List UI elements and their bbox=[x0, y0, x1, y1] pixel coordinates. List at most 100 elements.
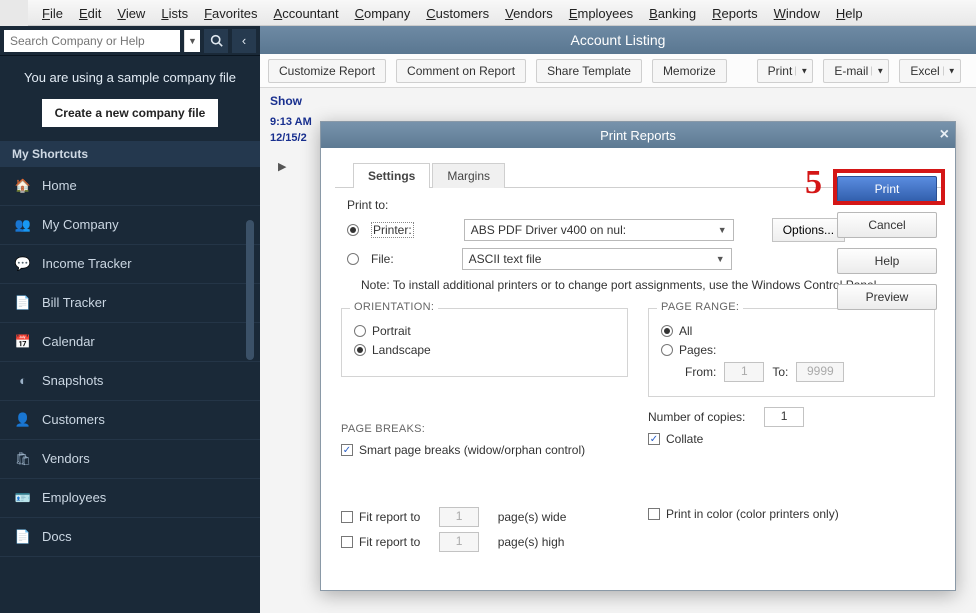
nav-label: Customers bbox=[42, 412, 105, 427]
customize-report-button[interactable]: Customize Report bbox=[268, 59, 386, 83]
nav-label: Docs bbox=[42, 529, 72, 544]
tab-settings[interactable]: Settings bbox=[353, 163, 430, 188]
chevron-down-icon[interactable]: ▼ bbox=[716, 254, 725, 264]
radio-landscape[interactable] bbox=[354, 344, 366, 356]
nav-home[interactable]: 🏠Home bbox=[0, 167, 260, 206]
print-confirm-button[interactable]: Print bbox=[837, 176, 937, 202]
menu-vendors[interactable]: Vendors bbox=[499, 4, 559, 21]
doc-icon: 📄 bbox=[14, 528, 32, 546]
email-button[interactable]: E-mail▼ bbox=[823, 59, 889, 83]
nav-label: Vendors bbox=[42, 451, 90, 466]
nav-employees[interactable]: 🪪Employees bbox=[0, 479, 260, 518]
collate-label: Collate bbox=[666, 432, 703, 446]
menu-accountant[interactable]: Accountant bbox=[268, 4, 345, 21]
radio-file[interactable] bbox=[347, 253, 359, 265]
nav-vendors[interactable]: 🛍Vendors bbox=[0, 440, 260, 479]
page-breaks-group: PAGE BREAKS: Smart page breaks (widow/or… bbox=[341, 413, 628, 476]
nav-snapshots[interactable]: ◐Snapshots bbox=[0, 362, 260, 401]
copies-input[interactable]: 1 bbox=[764, 407, 804, 427]
sample-message: You are using a sample company file bbox=[18, 70, 242, 87]
orientation-group: ORIENTATION: Portrait Landscape bbox=[341, 308, 628, 377]
menu-lists[interactable]: Lists bbox=[155, 4, 194, 21]
badge-icon: 🪪 bbox=[14, 489, 32, 507]
menu-file[interactable]: File bbox=[36, 4, 69, 21]
create-company-file-button[interactable]: Create a new company file bbox=[42, 99, 219, 127]
options-button[interactable]: Options... bbox=[772, 218, 845, 242]
row-marker-icon: ▶ bbox=[278, 160, 286, 173]
nav-calendar[interactable]: 📅 Calendar bbox=[0, 323, 260, 362]
help-button[interactable]: Help bbox=[837, 248, 937, 274]
page-range-legend: PAGE RANGE: bbox=[657, 301, 743, 313]
file-combo[interactable]: ASCII text file ▼ bbox=[462, 248, 732, 270]
menu-help[interactable]: Help bbox=[830, 4, 869, 21]
bill-icon: 📄 bbox=[14, 294, 32, 312]
share-template-button[interactable]: Share Template bbox=[536, 59, 642, 83]
page-breaks-legend: PAGE BREAKS: bbox=[341, 423, 616, 435]
excel-button[interactable]: Excel▼ bbox=[899, 59, 960, 83]
nav-customers[interactable]: 👤 Customers bbox=[0, 401, 260, 440]
print-button[interactable]: Print▼ bbox=[757, 59, 814, 83]
menu-reports[interactable]: Reports bbox=[706, 4, 764, 21]
collapse-icon[interactable]: ‹ bbox=[232, 29, 256, 53]
fit-high-input[interactable]: 1 bbox=[439, 532, 479, 552]
menu-favorites[interactable]: Favorites bbox=[198, 4, 263, 21]
menu-banking[interactable]: Banking bbox=[643, 4, 702, 21]
person-icon: 👤 bbox=[14, 411, 32, 429]
nav-label: My Company bbox=[42, 217, 119, 232]
menu-window[interactable]: Window bbox=[768, 4, 826, 21]
check-fit-high[interactable] bbox=[341, 536, 353, 548]
radio-all[interactable] bbox=[661, 325, 673, 337]
pages-high-label: page(s) high bbox=[498, 535, 565, 549]
chevron-down-icon[interactable]: ▼ bbox=[718, 225, 727, 235]
close-icon[interactable]: × bbox=[940, 126, 949, 144]
check-smart-breaks[interactable] bbox=[341, 444, 353, 456]
calendar-icon: 📅 bbox=[14, 333, 32, 351]
radio-pages[interactable] bbox=[661, 344, 673, 356]
file-label: File: bbox=[371, 252, 394, 266]
fit-wide-input[interactable]: 1 bbox=[439, 507, 479, 527]
menu-edit[interactable]: Edit bbox=[73, 4, 107, 21]
radio-portrait[interactable] bbox=[354, 325, 366, 337]
check-collate[interactable] bbox=[648, 433, 660, 445]
menu-company[interactable]: Company bbox=[349, 4, 417, 21]
printer-combo[interactable]: ABS PDF Driver v400 on nul:▼ bbox=[464, 219, 734, 241]
search-row: ▼ ‹ bbox=[0, 26, 260, 56]
all-label: All bbox=[679, 324, 692, 338]
nav-income-tracker[interactable]: 💬Income Tracker bbox=[0, 245, 260, 284]
search-button[interactable] bbox=[204, 29, 228, 53]
comment-on-report-button[interactable]: Comment on Report bbox=[396, 59, 526, 83]
copies-label: Number of copies: bbox=[648, 410, 745, 424]
menu-view[interactable]: View bbox=[111, 4, 151, 21]
show-filters-label[interactable]: Show bbox=[260, 88, 976, 114]
nav-label: Income Tracker bbox=[42, 256, 132, 271]
check-print-color[interactable] bbox=[648, 508, 660, 520]
tab-margins[interactable]: Margins bbox=[432, 163, 505, 188]
check-fit-wide[interactable] bbox=[341, 511, 353, 523]
preview-button[interactable]: Preview bbox=[837, 284, 937, 310]
left-panel: ▼ ‹ You are using a sample company file … bbox=[0, 26, 260, 613]
from-input[interactable]: 1 bbox=[724, 362, 764, 382]
chevron-down-icon[interactable]: ▼ bbox=[795, 66, 808, 75]
company-icon: 👥 bbox=[14, 216, 32, 234]
chevron-down-icon[interactable]: ▼ bbox=[943, 66, 956, 75]
pages-wide-label: page(s) wide bbox=[498, 510, 567, 524]
nav-label: Home bbox=[42, 178, 77, 193]
dialog-titlebar[interactable]: Print Reports × bbox=[321, 122, 955, 148]
search-input[interactable] bbox=[4, 30, 180, 52]
nav-bill-tracker[interactable]: 📄Bill Tracker bbox=[0, 284, 260, 323]
to-input[interactable]: 9999 bbox=[796, 362, 844, 382]
nav-label: Snapshots bbox=[42, 373, 103, 388]
memorize-button[interactable]: Memorize bbox=[652, 59, 727, 83]
cancel-button[interactable]: Cancel bbox=[837, 212, 937, 238]
file-value: ASCII text file bbox=[469, 252, 542, 266]
fit-label2: Fit report to bbox=[359, 535, 420, 549]
nav-docs[interactable]: 📄 Docs bbox=[0, 518, 260, 557]
menu-customers[interactable]: Customers bbox=[420, 4, 495, 21]
radio-printer[interactable] bbox=[347, 224, 359, 236]
nav-my-company[interactable]: 👥 My Company bbox=[0, 206, 260, 245]
menu-employees[interactable]: Employees bbox=[563, 4, 639, 21]
chevron-down-icon[interactable]: ▼ bbox=[871, 66, 884, 75]
nav-label: Calendar bbox=[42, 334, 95, 349]
search-dropdown-icon[interactable]: ▼ bbox=[184, 30, 200, 52]
scrollbar-thumb[interactable] bbox=[246, 220, 254, 360]
